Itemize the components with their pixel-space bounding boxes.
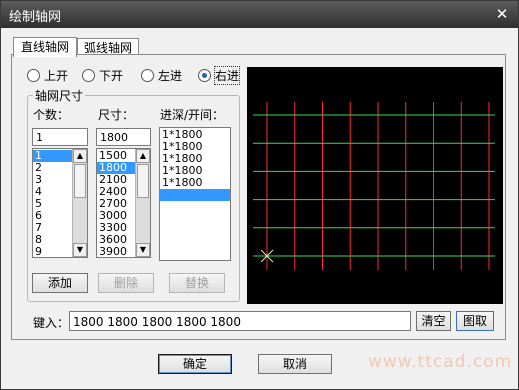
scroll-thumb[interactable] xyxy=(137,164,149,198)
replace-button[interactable]: 替换 xyxy=(169,273,225,293)
radio-bottom-open[interactable]: 下开 xyxy=(82,67,123,84)
ok-button[interactable]: 确定 xyxy=(158,354,232,374)
scroll-thumb[interactable] xyxy=(74,164,86,198)
delete-button[interactable]: 删除 xyxy=(98,273,154,293)
depth-label: 进深/开间： xyxy=(160,108,225,122)
add-button[interactable]: 添加 xyxy=(32,273,88,293)
radio-label: 上开 xyxy=(44,69,69,83)
radio-circle-icon xyxy=(27,69,40,82)
radio-circle-icon xyxy=(198,69,211,82)
count-label: 个数： xyxy=(33,108,70,122)
size-label: 尺寸： xyxy=(98,108,135,122)
cancel-button[interactable]: 取消 xyxy=(258,354,332,374)
watermark-text: www.ttcad.com xyxy=(368,352,513,372)
grid-preview[interactable] xyxy=(247,67,503,304)
radio-circle-icon xyxy=(82,69,95,82)
count-list[interactable]: 123456789 ▲ ▼ xyxy=(32,148,88,258)
grid-preview-canvas xyxy=(253,102,495,270)
count-input[interactable]: 1 xyxy=(32,128,88,146)
input-label: 键入： xyxy=(33,316,70,330)
radio-top-open[interactable]: 上开 xyxy=(27,67,68,84)
count-scrollbar[interactable]: ▲ ▼ xyxy=(72,149,87,257)
radio-circle-icon xyxy=(141,69,154,82)
close-icon[interactable]: ✕ xyxy=(494,6,510,22)
scroll-down-icon[interactable]: ▼ xyxy=(136,243,150,257)
key-input[interactable]: 1800 1800 1800 1800 1800 xyxy=(69,311,411,331)
clear-button[interactable]: 清空 xyxy=(416,311,451,331)
scroll-down-icon[interactable]: ▼ xyxy=(73,243,87,257)
scroll-up-icon[interactable]: ▲ xyxy=(136,149,150,163)
radio-left-depth[interactable]: 左进 xyxy=(141,67,182,84)
pick-button[interactable]: 图取 xyxy=(456,311,494,331)
group-title: 轴网尺寸 xyxy=(33,87,86,104)
radio-right-depth[interactable]: 右进 xyxy=(198,66,241,85)
depth-list[interactable]: 1*1800 1*1800 1*1800 1*1800 1*1800 xyxy=(159,127,231,261)
title-bar[interactable]: 绘制轴网 ✕ xyxy=(1,1,518,28)
size-list[interactable]: 1500 1800 2100 2400 2700 3000 3300 3600 3900 ▲ ▼ xyxy=(96,148,151,258)
radio-label: 下开 xyxy=(99,69,124,83)
tab-straight-grid[interactable]: 直线轴网 xyxy=(13,37,77,57)
list-item[interactable]: 1*1800 xyxy=(160,177,230,189)
size-input[interactable]: 1800 xyxy=(96,128,151,146)
size-scrollbar[interactable]: ▲ ▼ xyxy=(135,149,150,257)
radio-label: 右进 xyxy=(213,66,241,85)
scroll-up-icon[interactable]: ▲ xyxy=(73,149,87,163)
radio-label: 左进 xyxy=(158,69,183,83)
window-title: 绘制轴网 xyxy=(9,10,62,25)
list-item-empty-selected[interactable] xyxy=(160,189,230,201)
